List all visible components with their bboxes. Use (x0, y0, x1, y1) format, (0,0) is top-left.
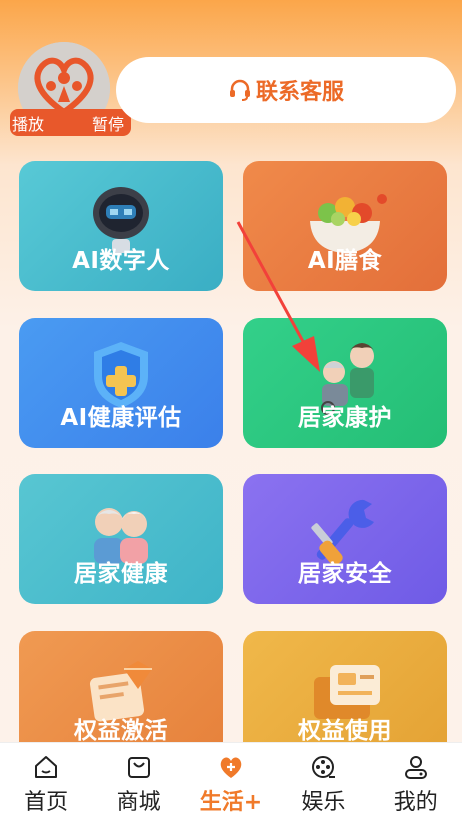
tab-entertainment[interactable]: 娱乐 (283, 753, 363, 816)
avatar-widget[interactable]: 播放 暂停 (10, 42, 131, 138)
tile-home-safety[interactable]: 居家安全 (243, 474, 447, 604)
tab-life-plus[interactable]: 生活+ (191, 753, 271, 816)
tile-label: 居家安全 (298, 561, 392, 587)
contact-service-button[interactable]: 联系客服 (116, 57, 456, 123)
tile-home-rehab-care[interactable]: 居家康护 (243, 318, 447, 448)
tab-label: 商城 (116, 790, 161, 815)
heart-plus-icon (220, 757, 242, 778)
tab-label: 我的 (393, 790, 438, 815)
user-icon (404, 756, 427, 779)
tab-label: 生活+ (199, 790, 263, 815)
bottom-tab-bar: 首页 商城 生活+ 娱乐 我的 (0, 742, 462, 825)
pause-button[interactable]: 暂停 (68, 111, 124, 135)
tab-mine[interactable]: 我的 (376, 753, 456, 816)
tile-home-health[interactable]: 居家健康 (19, 474, 223, 604)
avatar-control-bar: 播放 暂停 (10, 109, 131, 136)
play-button[interactable]: 播放 (10, 111, 68, 135)
tab-label: 娱乐 (301, 790, 346, 815)
tile-label: 居家健康 (74, 561, 168, 587)
tile-label: AI膳食 (307, 248, 383, 274)
tab-mall[interactable]: 商城 (99, 753, 179, 816)
shopping-bag-icon (127, 757, 150, 778)
contact-service-label: 联系客服 (255, 80, 344, 105)
tab-label: 首页 (24, 790, 69, 815)
headset-icon (229, 79, 250, 101)
tile-label: 权益激活 (74, 718, 168, 744)
tab-home[interactable]: 首页 (6, 753, 86, 816)
tile-label: AI健康评估 (60, 405, 182, 431)
tile-ai-health-assessment[interactable]: AI健康评估 (19, 318, 223, 448)
film-reel-icon (312, 756, 336, 778)
tile-label: 权益使用 (298, 718, 392, 744)
tile-ai-digital-human[interactable]: AI数字人 (19, 161, 223, 291)
tile-label: 居家康护 (298, 405, 392, 431)
tile-ai-diet[interactable]: AI膳食 (243, 161, 447, 291)
home-icon (35, 756, 58, 778)
tile-label: AI数字人 (72, 248, 170, 274)
